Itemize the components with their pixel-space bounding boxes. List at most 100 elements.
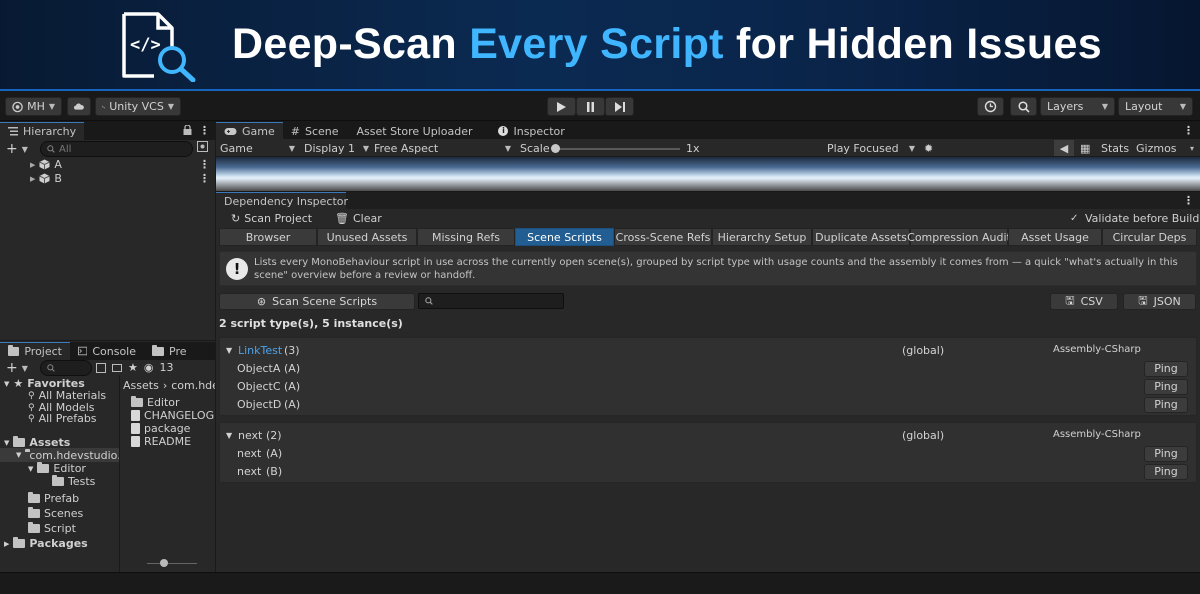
favorite-search-icon[interactable]: ★ xyxy=(128,361,138,374)
favorite-item[interactable]: ⚲ All Prefabs xyxy=(28,412,97,425)
grid-icon[interactable]: ▦ xyxy=(1080,140,1090,156)
file-item[interactable]: README xyxy=(131,435,191,448)
folder-item[interactable]: Script xyxy=(28,522,76,535)
breadcrumb-item[interactable]: com.hdevs xyxy=(171,379,215,392)
subtab-compression-audit[interactable]: Compression Audit xyxy=(907,228,1011,246)
pause-button[interactable] xyxy=(576,97,605,116)
ping-button[interactable]: Ping xyxy=(1144,464,1188,480)
ping-button[interactable]: Ping xyxy=(1144,397,1188,413)
visibility-eye-icon[interactable]: ◉ xyxy=(144,361,154,374)
account-dropdown[interactable]: MH ▼ xyxy=(5,97,62,116)
subtab-cross-scene-refs[interactable]: Cross-Scene Refs xyxy=(614,228,712,246)
search-by-label-icon[interactable] xyxy=(112,363,122,372)
play-button[interactable] xyxy=(547,97,576,116)
tab-console-label: Console xyxy=(92,344,136,358)
tab-preview[interactable]: Pre xyxy=(144,342,215,360)
tab-project[interactable]: Project xyxy=(0,342,70,360)
clear-button[interactable]: 🗑 Clear xyxy=(335,210,382,227)
stats-button[interactable]: Stats xyxy=(1101,140,1129,156)
tab-console[interactable]: Console xyxy=(70,342,144,360)
aspect-dropdown[interactable]: Free Aspect ▼ xyxy=(374,140,511,156)
scale-slider-thumb[interactable] xyxy=(551,144,560,153)
instance-object: (B) xyxy=(266,465,283,478)
lock-icon[interactable] xyxy=(183,125,192,135)
subtab-duplicate-assets[interactable]: Duplicate Assets xyxy=(812,228,910,246)
mute-audio-icon[interactable]: ◀ xyxy=(1054,140,1074,156)
ping-button[interactable]: Ping xyxy=(1144,379,1188,395)
scale-slider[interactable] xyxy=(555,148,680,150)
cloud-button[interactable] xyxy=(67,97,91,116)
search-icon: ⚲ xyxy=(28,390,35,401)
item-menu-icon[interactable]: ⋮ xyxy=(199,158,210,171)
tab-asset-store-uploader[interactable]: Asset Store Uploader xyxy=(347,122,481,140)
tab-game[interactable]: Game xyxy=(216,122,283,140)
ping-button[interactable]: Ping xyxy=(1144,361,1188,377)
hierarchy-item-b[interactable]: ▶ B xyxy=(30,172,62,185)
create-asset-button[interactable]: + ▼ xyxy=(6,360,28,376)
layers-dropdown[interactable]: Layers ▼ xyxy=(1040,97,1115,116)
folder-item[interactable]: ▼ Editor xyxy=(28,462,86,475)
hierarchy-item-label: B xyxy=(54,172,62,185)
scan-project-button[interactable]: ↻ Scan Project xyxy=(231,210,312,227)
script-group-header[interactable]: ▼ next (2) (global) Assembly-CSharp xyxy=(220,427,1196,445)
search-button[interactable] xyxy=(1010,97,1037,116)
play-mode-dropdown[interactable]: Play Focused ▼ xyxy=(827,140,915,156)
file-item[interactable]: CHANGELOG xyxy=(131,409,214,422)
hierarchy-search-input[interactable]: All xyxy=(40,141,193,157)
history-button[interactable] xyxy=(977,97,1004,116)
settings-gear-icon[interactable]: ✹ xyxy=(924,140,933,156)
validate-toggle[interactable]: ✓ Validate before Build xyxy=(1070,210,1199,227)
layout-dropdown[interactable]: Layout ▼ xyxy=(1118,97,1193,116)
tab-hierarchy[interactable]: Hierarchy xyxy=(0,122,85,140)
more-menu-icon[interactable]: ⋮ xyxy=(1183,124,1194,137)
display-dropdown[interactable]: Display 1 ▼ xyxy=(304,140,369,156)
subtab-hierarchy-setup[interactable]: Hierarchy Setup xyxy=(712,228,812,246)
subtab-unused-assets[interactable]: Unused Assets xyxy=(317,228,417,246)
game-viewport[interactable] xyxy=(216,157,1200,191)
folder-item-selected[interactable]: ▼ com.hdevstudio. xyxy=(0,448,120,462)
more-menu-icon[interactable]: ⋮ xyxy=(199,124,210,137)
project-toolbar-icons: ★ ◉ 13 xyxy=(96,361,173,374)
step-button[interactable] xyxy=(605,97,634,116)
hierarchy-item-a[interactable]: ▶ A xyxy=(30,158,62,171)
more-menu-icon[interactable]: ⋮ xyxy=(1183,194,1194,207)
scene-filter-icon[interactable] xyxy=(197,141,208,152)
add-object-button[interactable]: + ▼ xyxy=(6,141,28,157)
display-mode-dropdown[interactable]: Game ▼ xyxy=(220,140,295,156)
folder-item[interactable]: Scenes xyxy=(28,507,83,520)
subtab-missing-refs[interactable]: Missing Refs xyxy=(417,228,515,246)
script-name[interactable]: next xyxy=(238,429,262,442)
file-item[interactable]: Editor xyxy=(131,396,180,409)
breadcrumb: Assets›com.hdevs xyxy=(123,379,215,392)
vcs-dropdown[interactable]: Unity VCS ▼ xyxy=(95,97,181,116)
export-csv-button[interactable]: 🖫 CSV xyxy=(1050,293,1118,310)
project-splitter[interactable] xyxy=(119,375,120,572)
folder-item[interactable]: Tests xyxy=(52,475,95,488)
tab-scene[interactable]: # Scene xyxy=(283,122,347,140)
packages-header[interactable]: ▶ Packages xyxy=(4,537,88,550)
ping-button[interactable]: Ping xyxy=(1144,446,1188,462)
search-by-type-icon[interactable] xyxy=(96,362,106,373)
script-group-header[interactable]: ▼ LinkTest (3) (global) Assembly-CSharp xyxy=(220,342,1196,360)
subtab-circular-deps[interactable]: Circular Deps xyxy=(1102,228,1197,246)
folder-item[interactable]: Prefab xyxy=(28,492,79,505)
subtab-asset-usage[interactable]: Asset Usage xyxy=(1008,228,1102,246)
icon-size-slider[interactable] xyxy=(147,563,197,564)
file-item[interactable]: package xyxy=(131,422,190,435)
icon-size-slider-thumb[interactable] xyxy=(160,559,168,567)
project-search-input[interactable] xyxy=(40,360,92,376)
script-name[interactable]: LinkTest xyxy=(238,344,282,357)
subtab-browser[interactable]: Browser xyxy=(219,228,317,246)
breadcrumb-item[interactable]: Assets xyxy=(123,379,159,392)
scripts-search-input[interactable] xyxy=(418,293,564,309)
subtab-scene-scripts[interactable]: Scene Scripts xyxy=(515,228,614,246)
tab-inspector[interactable]: i Inspector xyxy=(480,122,572,140)
vertical-splitter[interactable] xyxy=(215,122,216,572)
gizmos-dropdown[interactable]: Gizmos ▾ xyxy=(1136,140,1194,156)
item-menu-icon[interactable]: ⋮ xyxy=(199,172,210,185)
scan-scene-scripts-button[interactable]: ⊛ Scan Scene Scripts xyxy=(219,293,415,310)
export-json-button[interactable]: 🖫 JSON xyxy=(1123,293,1196,310)
script-instance-row: next (A) Ping xyxy=(220,445,1196,463)
tab-dependency-inspector[interactable]: Dependency Inspector xyxy=(216,192,348,210)
checkbox-checked-icon: ✓ xyxy=(1070,213,1079,224)
